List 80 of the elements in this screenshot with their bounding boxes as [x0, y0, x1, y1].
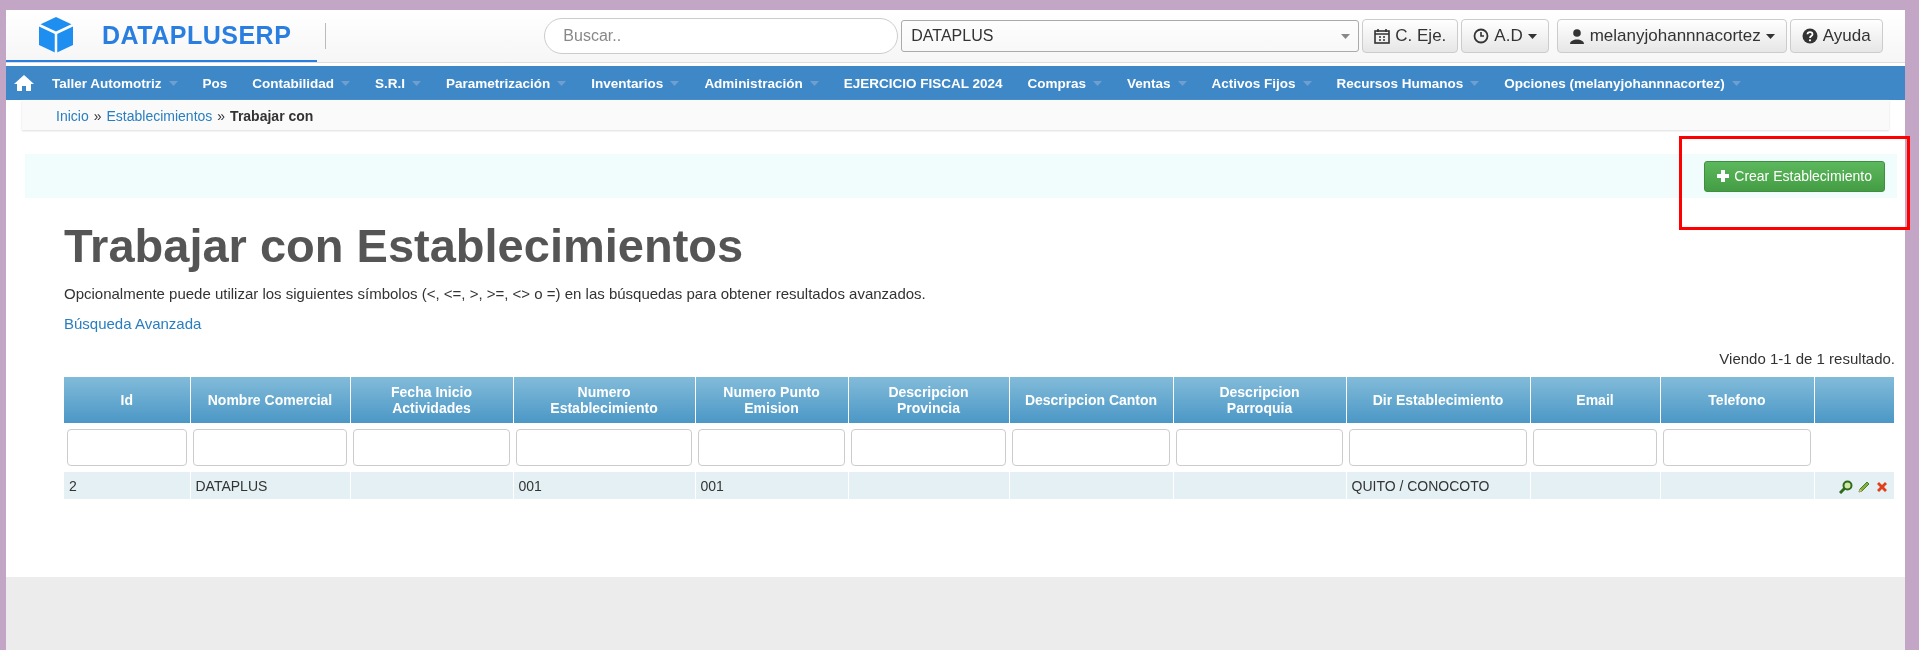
hint-text: Opcionalmente puede utilizar los siguientes símbolos (<, <=, >, >=, <> o =) en las búsquedas para obtener resultados avanzados.: [64, 285, 927, 302]
menu-item[interactable]: Administración: [692, 66, 832, 100]
table-cell: QUITO / CONOCOTO: [1346, 472, 1530, 499]
table-cell: 2: [64, 472, 190, 499]
filter-field[interactable]: [1349, 429, 1527, 466]
column-header[interactable]: Email: [1530, 377, 1660, 423]
breadcrumb-separator: »: [93, 108, 102, 124]
caret-icon: [1527, 33, 1537, 39]
clock-icon: [1473, 28, 1490, 44]
column-header[interactable]: Dir Establecimiento: [1346, 377, 1530, 423]
advanced-search-link[interactable]: Búsqueda Avanzada: [64, 315, 202, 332]
caret-icon: [1177, 80, 1187, 86]
result-summary: Viendo 1-1 de 1 resultado.: [1718, 350, 1895, 367]
caret-icon: [1765, 33, 1775, 39]
toolbar-button[interactable]: Ayuda: [1789, 19, 1883, 53]
caret-icon: [1731, 80, 1741, 86]
home-icon: [14, 74, 34, 92]
column-header[interactable]: Numero Establecimiento: [513, 377, 695, 423]
toolbar-button[interactable]: C. Eje.: [1362, 19, 1459, 53]
table-cell: 001: [513, 472, 695, 499]
table-cell: DATAPLUS: [190, 472, 350, 499]
search-field[interactable]: Buscar..: [544, 18, 899, 54]
filter-field[interactable]: [698, 429, 845, 466]
caret-icon: [1341, 33, 1351, 39]
help-icon: [1801, 28, 1818, 44]
menu-item[interactable]: Contabilidad: [240, 66, 364, 100]
caret-icon: [809, 80, 819, 86]
menu-item[interactable]: Pos: [190, 66, 241, 100]
caret-icon: [1092, 80, 1102, 86]
filter-field[interactable]: [1176, 429, 1343, 466]
menu-item[interactable]: Activos Fijos: [1199, 66, 1325, 100]
column-header[interactable]: Descripcion Parroquia: [1173, 377, 1346, 423]
filter-field[interactable]: [516, 429, 692, 466]
caret-icon: [412, 80, 422, 86]
menu-item[interactable]: EJERCICIO FISCAL 2024: [831, 66, 1016, 100]
caret-icon: [1302, 80, 1312, 86]
company-select[interactable]: DATAPLUS: [901, 20, 1360, 52]
toolbar-button[interactable]: A.D: [1461, 19, 1549, 53]
filter-field[interactable]: [353, 429, 510, 466]
user-icon: [1568, 28, 1585, 44]
column-header[interactable]: Descripcion Canton: [1009, 377, 1173, 423]
filter-field[interactable]: [1663, 429, 1811, 466]
menu-item[interactable]: Opciones (melanyjohannnacortez): [1492, 66, 1754, 100]
brand-name: DATAPLUSERP: [102, 20, 292, 50]
magnifier-icon: [1838, 479, 1853, 494]
filter-field[interactable]: [1012, 429, 1170, 466]
calendar-icon: [1374, 28, 1391, 44]
filter-field[interactable]: [1533, 429, 1657, 466]
column-header[interactable]: Id: [64, 377, 190, 423]
menu-item[interactable]: Ventas: [1114, 66, 1200, 100]
filter-field[interactable]: [851, 429, 1006, 466]
breadcrumb-current: Trabajar con: [230, 108, 314, 124]
breadcrumb-link[interactable]: Establecimientos: [106, 108, 213, 124]
menu-item[interactable]: Compras: [1015, 66, 1115, 100]
column-header[interactable]: Descripcion Provincia: [848, 377, 1009, 423]
filter-field[interactable]: [67, 429, 187, 466]
menu-item[interactable]: S.R.I: [363, 66, 435, 100]
menu-item[interactable]: Inventarios: [579, 66, 693, 100]
column-header[interactable]: Nombre Comercial: [190, 377, 350, 423]
caret-icon: [1470, 80, 1480, 86]
menu-item[interactable]: Parametrización: [434, 66, 580, 100]
column-header[interactable]: Fecha Inicio Actividades: [350, 377, 513, 423]
caret-icon: [341, 80, 351, 86]
toolbar-button[interactable]: melanyjohannnacortez: [1556, 19, 1787, 53]
page-title: Trabajar con Establecimientos: [64, 218, 745, 273]
column-header[interactable]: Telefono: [1660, 377, 1814, 423]
caret-icon: [557, 80, 567, 86]
caret-icon: [670, 80, 680, 86]
plus-icon: [1717, 170, 1730, 182]
caret-icon: [168, 80, 178, 86]
breadcrumb-link[interactable]: Inicio: [56, 108, 89, 124]
cube-logo-icon: [36, 15, 76, 55]
create-button[interactable]: Crear Establecimiento: [1704, 160, 1885, 192]
filter-field[interactable]: [193, 429, 347, 466]
pencil-icon: [1856, 479, 1871, 494]
column-header[interactable]: Numero Punto Emision: [695, 377, 848, 423]
table-cell: 001: [695, 472, 848, 499]
breadcrumb-separator: »: [217, 108, 226, 124]
menu-item[interactable]: Taller Automotriz: [40, 66, 191, 100]
menu-item[interactable]: Recursos Humanos: [1324, 66, 1493, 100]
